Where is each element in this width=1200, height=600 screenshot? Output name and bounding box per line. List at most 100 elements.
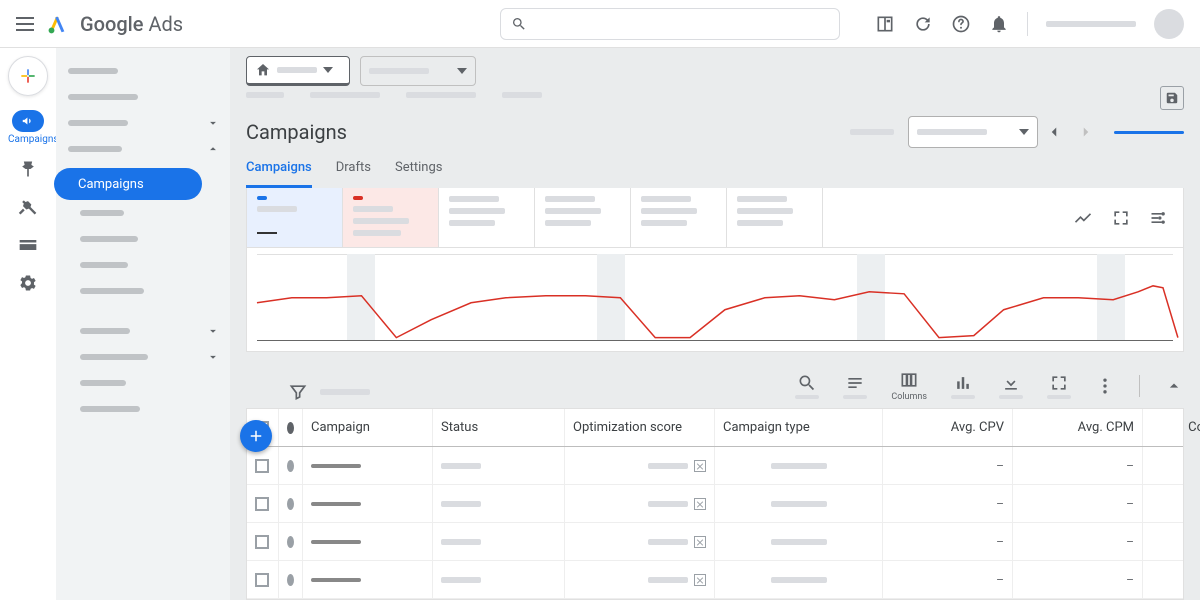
summary-card[interactable]	[343, 188, 439, 247]
cell-campaign[interactable]	[303, 447, 433, 484]
sidebar-item[interactable]	[56, 252, 230, 278]
cell-opt	[565, 523, 715, 560]
row-status-dot[interactable]	[279, 523, 303, 560]
cell-cost: –	[1143, 561, 1200, 598]
table-row[interactable]: – – –	[247, 447, 1183, 485]
sidebar-group[interactable]	[56, 318, 230, 344]
cell-type	[715, 485, 883, 522]
date-prev-button[interactable]	[1038, 116, 1070, 148]
adjust-icon[interactable]	[1149, 208, 1169, 228]
cell-type	[715, 561, 883, 598]
col-campaign[interactable]: Campaign	[303, 409, 433, 446]
tab-drafts[interactable]: Drafts	[336, 160, 371, 188]
summary-cards	[246, 188, 1184, 248]
summary-card[interactable]	[727, 188, 823, 247]
date-next-button[interactable]	[1070, 116, 1102, 148]
table-row[interactable]: – – –	[247, 523, 1183, 561]
cell-status	[433, 523, 565, 560]
row-checkbox[interactable]	[247, 523, 279, 560]
summary-card[interactable]	[247, 188, 343, 247]
expand-icon[interactable]	[1111, 208, 1131, 228]
more-menu-icon[interactable]	[1095, 376, 1115, 396]
reports-button[interactable]	[951, 373, 975, 399]
account-switcher[interactable]	[1046, 21, 1136, 27]
summary-card[interactable]	[631, 188, 727, 247]
row-status-dot[interactable]	[279, 485, 303, 522]
tab-campaigns[interactable]: Campaigns	[246, 160, 312, 188]
cell-campaign[interactable]	[303, 523, 433, 560]
sidebar-item[interactable]	[56, 226, 230, 252]
tab-settings[interactable]: Settings	[395, 160, 442, 188]
row-checkbox[interactable]	[247, 485, 279, 522]
table-row[interactable]: – – –	[247, 561, 1183, 599]
chart-type-icon[interactable]	[1073, 208, 1093, 228]
download-icon	[1001, 373, 1021, 393]
row-status-dot[interactable]	[279, 447, 303, 484]
sidebar-group[interactable]	[56, 110, 230, 136]
collapse-icon[interactable]	[1164, 376, 1184, 396]
row-checkbox[interactable]	[247, 561, 279, 598]
rail-item-tools[interactable]	[8, 197, 48, 221]
cell-cpm: –	[1013, 447, 1143, 484]
cell-cpm: –	[1013, 523, 1143, 560]
columns-button[interactable]: Columns	[891, 370, 927, 402]
plus-icon	[247, 427, 265, 445]
refresh-icon[interactable]	[913, 14, 933, 34]
table-search-button[interactable]	[795, 373, 819, 399]
breadcrumb	[230, 86, 1200, 98]
scope-selector-campaign[interactable]	[360, 56, 476, 86]
date-preset[interactable]	[850, 129, 894, 135]
add-filter[interactable]	[320, 389, 370, 395]
col-status[interactable]: Status	[433, 409, 565, 446]
col-cpm[interactable]: Avg. CPM	[1013, 409, 1143, 446]
performance-chart[interactable]	[246, 248, 1184, 352]
row-checkbox[interactable]	[247, 447, 279, 484]
rail-item-billing[interactable]	[8, 235, 48, 259]
sidebar-item[interactable]	[56, 278, 230, 304]
expand-icon	[1049, 373, 1069, 393]
cell-opt	[565, 447, 715, 484]
cell-cpv: –	[883, 523, 1013, 560]
cell-campaign[interactable]	[303, 561, 433, 598]
rail-item-campaigns[interactable]: Campaigns	[8, 110, 48, 145]
rail-item-admin[interactable]	[8, 273, 48, 297]
save-report-button[interactable]	[1160, 86, 1184, 110]
bar-chart-icon	[953, 373, 973, 393]
sidebar-item[interactable]	[56, 200, 230, 226]
rail-item-goals[interactable]	[8, 159, 48, 183]
table-row[interactable]: – – –	[247, 485, 1183, 523]
search-input[interactable]	[500, 8, 840, 40]
download-button[interactable]	[999, 373, 1023, 399]
segment-button[interactable]	[843, 373, 867, 399]
col-cpv[interactable]: Avg. CPV	[883, 409, 1013, 446]
date-range-picker[interactable]	[908, 116, 1038, 148]
hamburger-menu-icon[interactable]	[16, 17, 34, 31]
sidebar-item[interactable]	[56, 58, 230, 84]
summary-card[interactable]	[535, 188, 631, 247]
reports-icon[interactable]	[875, 14, 895, 34]
sidebar-item-campaigns-active[interactable]: Campaigns	[54, 168, 202, 200]
col-opt[interactable]: Optimization score	[565, 409, 715, 446]
cell-status	[433, 485, 565, 522]
compare-toggle[interactable]	[1114, 131, 1184, 134]
filter-icon[interactable]	[288, 382, 308, 402]
scope-selector-account[interactable]	[246, 56, 350, 86]
status-header[interactable]	[279, 409, 303, 446]
sidebar-group[interactable]	[56, 136, 230, 162]
notifications-icon[interactable]	[989, 14, 1009, 34]
avatar[interactable]	[1154, 9, 1184, 39]
col-cost[interactable]: Cost	[1143, 409, 1200, 446]
sidebar-item[interactable]	[56, 396, 230, 422]
row-status-dot[interactable]	[279, 561, 303, 598]
col-type[interactable]: Campaign type	[715, 409, 883, 446]
fullscreen-button[interactable]	[1047, 373, 1071, 399]
sidebar-item[interactable]	[56, 370, 230, 396]
help-icon[interactable]	[951, 14, 971, 34]
new-campaign-button[interactable]	[240, 420, 272, 452]
sidebar-item[interactable]	[56, 84, 230, 110]
create-button[interactable]	[8, 56, 48, 96]
cell-campaign[interactable]	[303, 485, 433, 522]
tabs: Campaigns Drafts Settings	[230, 156, 1200, 188]
sidebar-group[interactable]	[56, 344, 230, 370]
summary-card[interactable]	[439, 188, 535, 247]
